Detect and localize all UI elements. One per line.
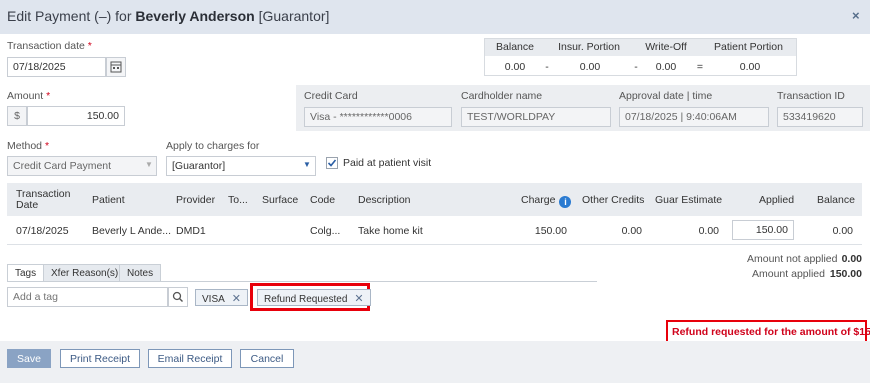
- col-guar-estimate[interactable]: Guar Estimate: [655, 194, 722, 206]
- charges-grid-header: [7, 183, 862, 216]
- credit-card-field: Visa - ************0006: [304, 107, 452, 127]
- cell-guar-estimate: 0.00: [698, 225, 719, 237]
- amount-input[interactable]: 150.00: [27, 106, 125, 126]
- cell-other-credits: 0.00: [621, 225, 642, 237]
- cell-charge: 150.00: [534, 225, 567, 237]
- col-surface[interactable]: Surface: [262, 194, 298, 206]
- balance-header: Balance: [496, 41, 534, 53]
- tabs-divider: [7, 281, 597, 282]
- close-icon[interactable]: ×: [852, 8, 860, 23]
- save-button[interactable]: Save: [7, 349, 51, 368]
- method-label: Method *: [7, 140, 50, 152]
- insur-portion-header: Insur. Portion: [558, 41, 620, 53]
- cancel-button[interactable]: Cancel: [240, 349, 294, 368]
- write-off-value: 0.00: [655, 61, 677, 73]
- col-transaction-date[interactable]: Transaction Date: [16, 189, 76, 211]
- print-receipt-button[interactable]: Print Receipt: [60, 349, 140, 368]
- search-icon[interactable]: [168, 287, 188, 307]
- col-balance[interactable]: Balance: [817, 194, 855, 206]
- balance-value: 0.00: [504, 61, 526, 73]
- write-off-header: Write-Off: [645, 41, 687, 53]
- cell-balance: 0.00: [832, 225, 853, 237]
- remove-tag-icon[interactable]: ✕: [232, 293, 241, 305]
- email-receipt-button[interactable]: Email Receipt: [148, 349, 232, 368]
- transaction-date-input[interactable]: 07/18/2025: [7, 57, 106, 77]
- paid-at-visit-checkbox[interactable]: [326, 157, 338, 169]
- title-role: [Guarantor]: [254, 8, 330, 24]
- col-applied[interactable]: Applied: [759, 194, 794, 206]
- applied-input[interactable]: 150.00: [732, 220, 794, 240]
- apply-charges-select[interactable]: [Guarantor]: [166, 156, 316, 176]
- cardholder-field: TEST/WORLDPAY: [461, 107, 611, 127]
- currency-symbol: $: [7, 106, 27, 126]
- dialog-title: Edit Payment (–) for Beverly Anderson [G…: [7, 8, 329, 24]
- col-provider[interactable]: Provider: [176, 194, 215, 206]
- transaction-id-label: Transaction ID: [777, 90, 845, 102]
- col-tooth[interactable]: To...: [228, 194, 248, 206]
- amount-label: Amount *: [7, 90, 51, 102]
- cell-description: Take home kit: [358, 225, 423, 237]
- tag-chip-visa[interactable]: VISA ✕: [195, 289, 249, 306]
- cell-patient: Beverly L Ande...: [92, 225, 171, 237]
- checkmark-icon: [327, 159, 337, 167]
- cell-provider: DMD1: [176, 225, 206, 237]
- col-code[interactable]: Code: [310, 194, 335, 206]
- cell-code: Colg...: [310, 225, 341, 237]
- patient-portion-value: 0.00: [739, 61, 761, 73]
- cardholder-label: Cardholder name: [461, 90, 543, 102]
- tab-notes[interactable]: Notes: [119, 264, 162, 282]
- chevron-down-icon: ▼: [303, 160, 311, 169]
- tab-xfer-reasons[interactable]: Xfer Reason(s): [43, 264, 127, 282]
- balance-summary-table: Balance Insur. Portion Write-Off Patient…: [484, 38, 797, 76]
- remove-tag-icon[interactable]: ✕: [354, 293, 363, 305]
- approval-label: Approval date | time: [619, 90, 713, 102]
- credit-card-label: Credit Card: [304, 90, 358, 102]
- method-select[interactable]: Credit Card Payment: [7, 156, 157, 176]
- amount-applied-value: 150.00: [829, 268, 862, 280]
- calendar-icon[interactable]: [106, 57, 126, 77]
- refund-annotation: Refund requested for the amount of $150.: [666, 320, 870, 343]
- paid-at-visit-label: Paid at patient visit: [343, 157, 432, 169]
- amount-not-applied-label: Amount not applied: [747, 253, 838, 265]
- patient-portion-header: Patient Portion: [714, 41, 783, 53]
- apply-charges-label: Apply to charges for: [166, 140, 260, 152]
- col-description[interactable]: Description: [358, 194, 411, 206]
- approval-field: 07/18/2025 | 9:40:06AM: [619, 107, 769, 127]
- tag-input[interactable]: [7, 287, 168, 307]
- col-charge[interactable]: Charge i: [521, 194, 572, 208]
- chevron-down-icon: ▼: [145, 160, 153, 169]
- transaction-id-field: 533419620: [777, 107, 863, 127]
- col-patient[interactable]: Patient: [92, 194, 125, 206]
- info-icon[interactable]: i: [559, 196, 572, 208]
- table-row[interactable]: 07/18/2025 Beverly L Ande... DMD1 Colg..…: [7, 216, 862, 245]
- insur-portion-value: 0.00: [579, 61, 601, 73]
- tab-tags[interactable]: Tags: [7, 264, 45, 282]
- cell-date: 07/18/2025: [16, 225, 69, 237]
- amount-not-applied-value: 0.00: [841, 253, 862, 265]
- transaction-date-label: Transaction date *: [7, 40, 92, 52]
- col-other-credits[interactable]: Other Credits: [582, 194, 644, 206]
- patient-name: Beverly Anderson: [135, 8, 255, 24]
- tag-chip-refund-requested[interactable]: Refund Requested ✕: [257, 289, 371, 306]
- minus-op: -: [545, 61, 549, 73]
- amount-applied-label: Amount applied: [752, 268, 825, 280]
- title-prefix: Edit Payment (–) for: [7, 8, 136, 24]
